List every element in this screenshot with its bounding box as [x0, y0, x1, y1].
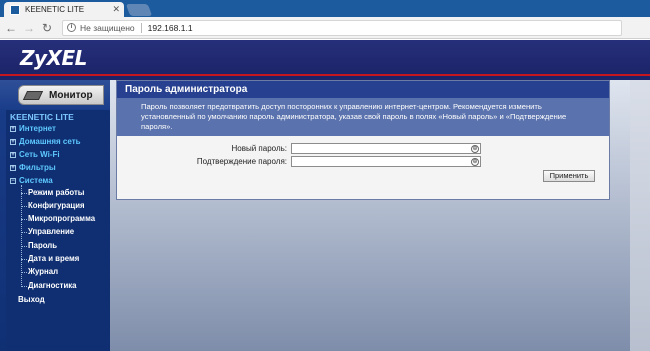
sidebar-item-management[interactable]: Управление — [28, 227, 74, 236]
confirm-password-row: Подтверждение пароля: ⊕ — [117, 155, 611, 167]
new-tab-button[interactable] — [125, 4, 153, 16]
expand-icon[interactable]: + — [10, 164, 16, 171]
expand-icon[interactable]: + — [10, 125, 16, 132]
password-key-icon[interactable]: ⊕ — [471, 157, 479, 166]
sidebar-top-band: Монитор — [0, 80, 110, 110]
new-password-row: Новый пароль: ⊕ — [117, 142, 611, 154]
password-form: Новый пароль: ⊕ Подтверждение пароля: ⊕ … — [117, 136, 609, 199]
tree-branch — [21, 193, 27, 194]
sidebar: Монитор KEENETIC LITE + Интернет + Домаш… — [0, 80, 110, 351]
zyxel-logo: ZyXEL — [20, 46, 87, 70]
browser-tab[interactable]: KEENETIC LITE ✕ — [4, 2, 124, 17]
device-name: KEENETIC LITE — [10, 112, 74, 122]
sidebar-item-system[interactable]: − Система — [10, 176, 53, 185]
sidebar-item-label: Сеть Wi-Fi — [19, 150, 60, 159]
router-header: ZyXEL — [0, 40, 650, 74]
new-password-label: Новый пароль: — [231, 143, 287, 153]
expand-icon[interactable]: + — [10, 151, 16, 158]
sidebar-item-label: Домашняя сеть — [19, 137, 81, 146]
favicon-icon — [10, 4, 20, 15]
sidebar-item-label: Фильтры — [19, 163, 56, 172]
apply-button[interactable]: Применить — [543, 170, 595, 182]
url-field[interactable]: i Не защищено 192.168.1.1 — [62, 19, 622, 36]
tree-branch — [21, 259, 27, 260]
password-panel: Пароль администратора Пароль позволяет п… — [116, 80, 610, 200]
sidebar-item-filters[interactable]: + Фильтры — [10, 163, 56, 172]
sidebar-item-firmware[interactable]: Микропрограмма — [28, 214, 95, 223]
back-arrow-icon[interactable]: ← — [4, 21, 18, 35]
sidebar-item-internet[interactable]: + Интернет — [10, 124, 56, 133]
monitor-icon — [22, 90, 44, 100]
monitor-button[interactable]: Монитор — [18, 85, 104, 105]
tree-branch — [21, 219, 27, 220]
sidebar-item-label: Интернет — [19, 124, 56, 133]
expand-icon[interactable]: + — [10, 138, 16, 145]
page-title: Пароль администратора — [117, 81, 609, 98]
scrollbar-track[interactable] — [630, 80, 650, 351]
monitor-label: Монитор — [49, 89, 93, 101]
sidebar-item-exit[interactable]: Выход — [18, 295, 45, 304]
collapse-icon[interactable]: − — [10, 177, 16, 184]
password-key-icon[interactable]: ⊕ — [471, 144, 479, 153]
security-status: Не защищено — [80, 22, 135, 33]
tree-branch — [21, 246, 27, 247]
sidebar-item-date-time[interactable]: Дата и время — [28, 254, 79, 263]
browser-tab-bar: KEENETIC LITE ✕ — [0, 0, 650, 17]
sidebar-item-operating-mode[interactable]: Режим работы — [28, 188, 84, 197]
sidebar-item-home-network[interactable]: + Домашняя сеть — [10, 137, 81, 146]
sidebar-item-label: Система — [19, 176, 53, 185]
sidebar-item-diagnostics[interactable]: Диагностика — [28, 281, 77, 290]
sidebar-item-configuration[interactable]: Конфигурация — [28, 201, 85, 210]
sidebar-item-log[interactable]: Журнал — [28, 267, 58, 276]
address-bar: ← → ↻ i Не защищено 192.168.1.1 — [0, 17, 650, 39]
reload-icon[interactable]: ↻ — [40, 21, 54, 35]
navigation-menu: KEENETIC LITE + Интернет + Домашняя сеть… — [6, 110, 110, 351]
url-text: 192.168.1.1 — [147, 22, 193, 33]
tree-branch — [21, 206, 27, 207]
sidebar-item-wifi[interactable]: + Сеть Wi-Fi — [10, 150, 60, 159]
main-content: Пароль администратора Пароль позволяет п… — [110, 80, 650, 351]
confirm-password-field[interactable]: ⊕ — [291, 155, 481, 167]
sidebar-item-password[interactable]: Пароль — [28, 241, 57, 250]
tree-branch — [21, 286, 27, 287]
confirm-password-label: Подтверждение пароля: — [196, 156, 287, 166]
info-icon[interactable]: i — [67, 23, 76, 32]
tree-branch — [21, 272, 27, 273]
new-password-field[interactable]: ⊕ — [291, 142, 481, 154]
forward-arrow-icon[interactable]: → — [22, 21, 36, 35]
tree-branch — [21, 232, 27, 233]
tab-title: KEENETIC LITE — [25, 5, 85, 14]
page-description: Пароль позволяет предотвратить доступ по… — [117, 98, 609, 136]
tab-close-icon[interactable]: ✕ — [112, 4, 120, 15]
divider — [140, 22, 142, 33]
